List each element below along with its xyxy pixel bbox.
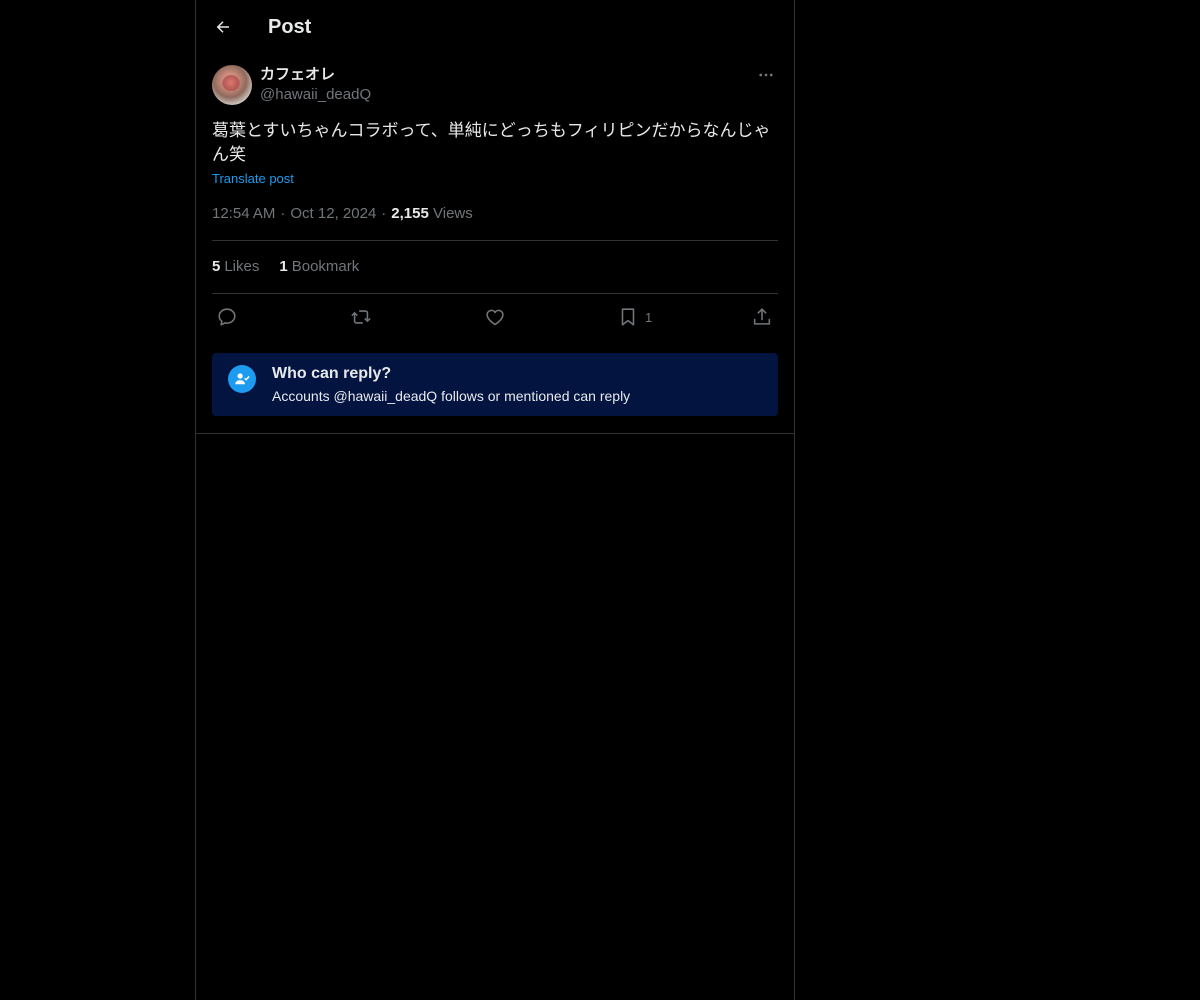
action-bar: 1 [212, 305, 778, 329]
page-title: Post [268, 16, 312, 38]
more-horizontal-icon [759, 73, 773, 77]
heart-icon [486, 309, 504, 326]
divider [212, 293, 778, 294]
arrow-left-icon [216, 21, 229, 33]
post-text: 葛葉とすいちゃんコラボって、単純にどっちもフィリピンだからなんじゃん笑 [212, 121, 771, 164]
primary-column: Post カフェオレ @hawaii_deadQ 葛葉とすいちゃんコラボって、単… [195, 0, 795, 1000]
author-display-name[interactable]: カフェオレ [260, 65, 335, 85]
bookmarks-label: Bookmark [291, 258, 360, 275]
avatar-image [222, 75, 240, 91]
author-handle[interactable]: @hawaii_deadQ [260, 85, 371, 105]
post-time[interactable]: 12:54 AM [212, 205, 275, 222]
speech-bubble-icon [218, 308, 236, 326]
page-header: Post [196, 0, 794, 54]
post-date[interactable]: Oct 12, 2024 [290, 205, 376, 222]
share-button[interactable] [751, 305, 773, 329]
meta-separator: · [381, 205, 387, 222]
bookmarks-count: 1 [279, 258, 288, 275]
meta-separator: · [280, 205, 286, 222]
post-bottom-divider [196, 433, 794, 434]
avatar[interactable] [212, 65, 252, 105]
who-can-reply-title: Who can reply? [272, 365, 392, 382]
repost-button[interactable] [349, 305, 373, 329]
post-stats: 5 Likes 1 Bookmark [212, 257, 359, 277]
likes-label: Likes [224, 258, 260, 275]
translate-post-link[interactable]: Translate post [212, 171, 294, 187]
more-options-button[interactable] [754, 64, 778, 86]
bookmark-button[interactable]: 1 [617, 305, 652, 329]
like-button[interactable] [484, 305, 506, 329]
views-label: Views [433, 205, 473, 222]
who-can-reply-description: Accounts @hawaii_deadQ follows or mentio… [272, 388, 631, 404]
bookmark-icon [621, 308, 635, 326]
share-icon [753, 308, 771, 325]
repost-icon [351, 310, 371, 324]
bookmark-count: 1 [645, 309, 653, 325]
who-can-reply-box: Who can reply? Accounts @hawaii_deadQ fo… [212, 353, 778, 416]
bookmarks-stat[interactable]: 1 Bookmark [279, 257, 359, 277]
user-check-glyph [235, 373, 250, 385]
divider [212, 240, 778, 241]
likes-count: 5 [212, 258, 221, 275]
likes-stat[interactable]: 5 Likes [212, 257, 259, 277]
views-count: 2,155 [391, 205, 429, 222]
user-check-icon [228, 365, 256, 393]
post-meta: 12:54 AM · Oct 12, 2024 · 2,155 Views [212, 204, 473, 224]
reply-button[interactable] [216, 305, 238, 329]
back-button[interactable] [208, 12, 238, 42]
